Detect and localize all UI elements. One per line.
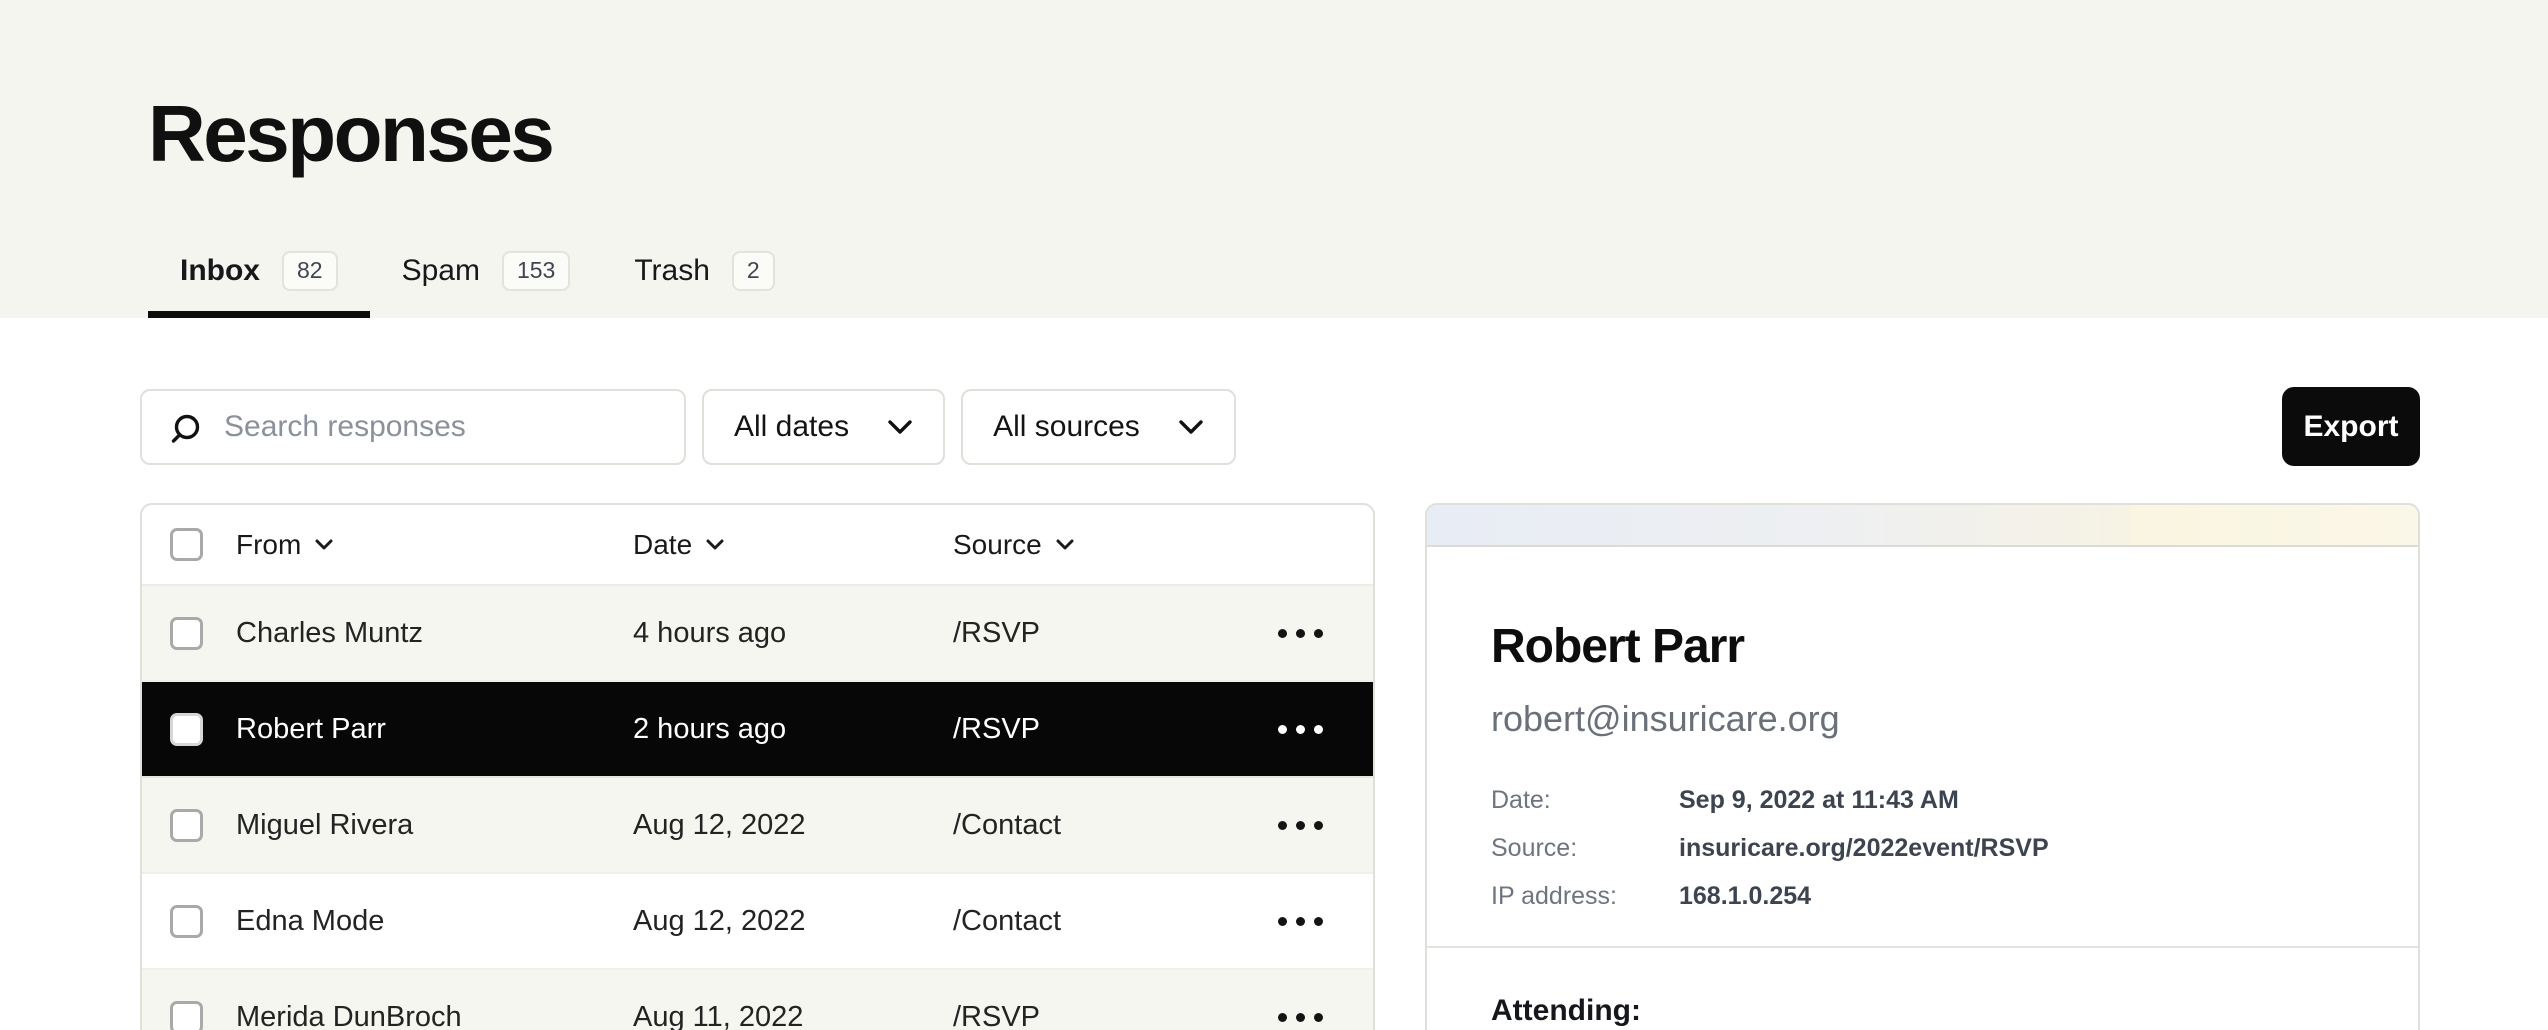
kebab-menu-icon[interactable] — [1278, 1003, 1323, 1030]
row-date: 4 hours ago — [633, 617, 953, 650]
toolbar: All dates All sources Export — [140, 387, 2420, 466]
table-row[interactable]: Miguel Rivera Aug 12, 2022 /Contact — [142, 778, 1373, 874]
field-label: Source: — [1491, 824, 1679, 872]
tab-trash[interactable]: Trash 2 — [602, 251, 806, 318]
row-from: Merida DunBroch — [236, 1001, 633, 1030]
response-meta-fields: Date: Sep 9, 2022 at 11:43 AM Source: in… — [1491, 776, 2354, 920]
tab-bar: Inbox 82 Spam 153 Trash 2 — [148, 251, 807, 318]
row-checkbox[interactable] — [170, 713, 203, 746]
search-input[interactable] — [142, 391, 684, 463]
row-date: Aug 12, 2022 — [633, 905, 953, 938]
page-title: Responses — [148, 88, 552, 180]
row-checkbox[interactable] — [170, 809, 203, 842]
kebab-menu-icon[interactable] — [1278, 619, 1323, 648]
responses-table: From Date Source — [140, 503, 1375, 1030]
row-from: Robert Parr — [236, 713, 633, 746]
column-header-from[interactable]: From — [236, 529, 333, 561]
row-source: /RSVP — [953, 713, 1278, 746]
date-filter-dropdown[interactable]: All dates — [702, 389, 945, 465]
field-value: Sep 9, 2022 at 11:43 AM — [1679, 776, 1959, 824]
tab-inbox-count-badge: 82 — [282, 251, 338, 291]
tab-spam-label: Spam — [402, 254, 480, 288]
source-filter-dropdown[interactable]: All sources — [961, 389, 1236, 465]
table-row[interactable]: Edna Mode Aug 12, 2022 /Contact — [142, 874, 1373, 970]
row-from: Miguel Rivera — [236, 809, 633, 842]
row-date: 2 hours ago — [633, 713, 953, 746]
tab-trash-count-badge: 2 — [732, 251, 775, 291]
row-checkbox[interactable] — [170, 617, 203, 650]
search-icon — [168, 412, 204, 448]
kebab-menu-icon[interactable] — [1278, 715, 1323, 744]
main-content: From Date Source — [140, 503, 2420, 1030]
table-header-row: From Date Source — [142, 505, 1373, 586]
row-date: Aug 12, 2022 — [633, 809, 953, 842]
chevron-down-icon — [1178, 419, 1204, 435]
chevron-down-icon — [887, 419, 913, 435]
field-label: Date: — [1491, 776, 1679, 824]
row-checkbox[interactable] — [170, 905, 203, 938]
search-box[interactable] — [140, 389, 686, 465]
export-button[interactable]: Export — [2282, 387, 2420, 466]
panel-gradient-strip — [1427, 505, 2418, 547]
chevron-down-icon — [706, 539, 724, 551]
field-value: insuricare.org/2022event/RSVP — [1679, 824, 2049, 872]
column-header-source[interactable]: Source — [953, 529, 1074, 561]
respondent-email: robert@insuricare.org — [1491, 698, 2354, 740]
row-source: /RSVP — [953, 1001, 1278, 1030]
field-value: 168.1.0.254 — [1679, 872, 1811, 920]
field-label: IP address: — [1491, 872, 1679, 920]
attending-section-heading: Attending: — [1491, 994, 2354, 1028]
chevron-down-icon — [1056, 539, 1074, 551]
tab-spam[interactable]: Spam 153 — [370, 251, 603, 318]
response-detail-panel: Robert Parr robert@insuricare.org Date: … — [1425, 503, 2420, 1030]
row-from: Edna Mode — [236, 905, 633, 938]
table-row[interactable]: Charles Muntz 4 hours ago /RSVP — [142, 586, 1373, 682]
meta-field-date: Date: Sep 9, 2022 at 11:43 AM — [1491, 776, 2354, 824]
row-from: Charles Muntz — [236, 617, 633, 650]
table-row-selected[interactable]: Robert Parr 2 hours ago /RSVP — [142, 682, 1373, 778]
table-row[interactable]: Merida DunBroch Aug 11, 2022 /RSVP — [142, 970, 1373, 1030]
date-filter-value: All dates — [734, 410, 849, 444]
meta-field-source: Source: insuricare.org/2022event/RSVP — [1491, 824, 2354, 872]
source-filter-value: All sources — [993, 410, 1140, 444]
respondent-name: Robert Parr — [1491, 619, 2354, 674]
panel-body: Robert Parr robert@insuricare.org Date: … — [1427, 547, 2418, 1028]
select-all-checkbox[interactable] — [170, 528, 203, 561]
row-source: /Contact — [953, 809, 1278, 842]
divider — [1427, 946, 2418, 948]
tab-inbox[interactable]: Inbox 82 — [148, 251, 370, 318]
row-checkbox[interactable] — [170, 1001, 203, 1030]
kebab-menu-icon[interactable] — [1278, 811, 1323, 840]
tab-trash-label: Trash — [634, 254, 710, 288]
tab-inbox-label: Inbox — [180, 254, 260, 288]
column-header-date[interactable]: Date — [633, 529, 724, 561]
chevron-down-icon — [315, 539, 333, 551]
page-header: Responses Inbox 82 Spam 153 Trash 2 — [0, 0, 2548, 318]
kebab-menu-icon[interactable] — [1278, 907, 1323, 936]
row-source: /RSVP — [953, 617, 1278, 650]
row-source: /Contact — [953, 905, 1278, 938]
meta-field-ip: IP address: 168.1.0.254 — [1491, 872, 2354, 920]
tab-spam-count-badge: 153 — [502, 251, 570, 291]
row-date: Aug 11, 2022 — [633, 1001, 953, 1030]
